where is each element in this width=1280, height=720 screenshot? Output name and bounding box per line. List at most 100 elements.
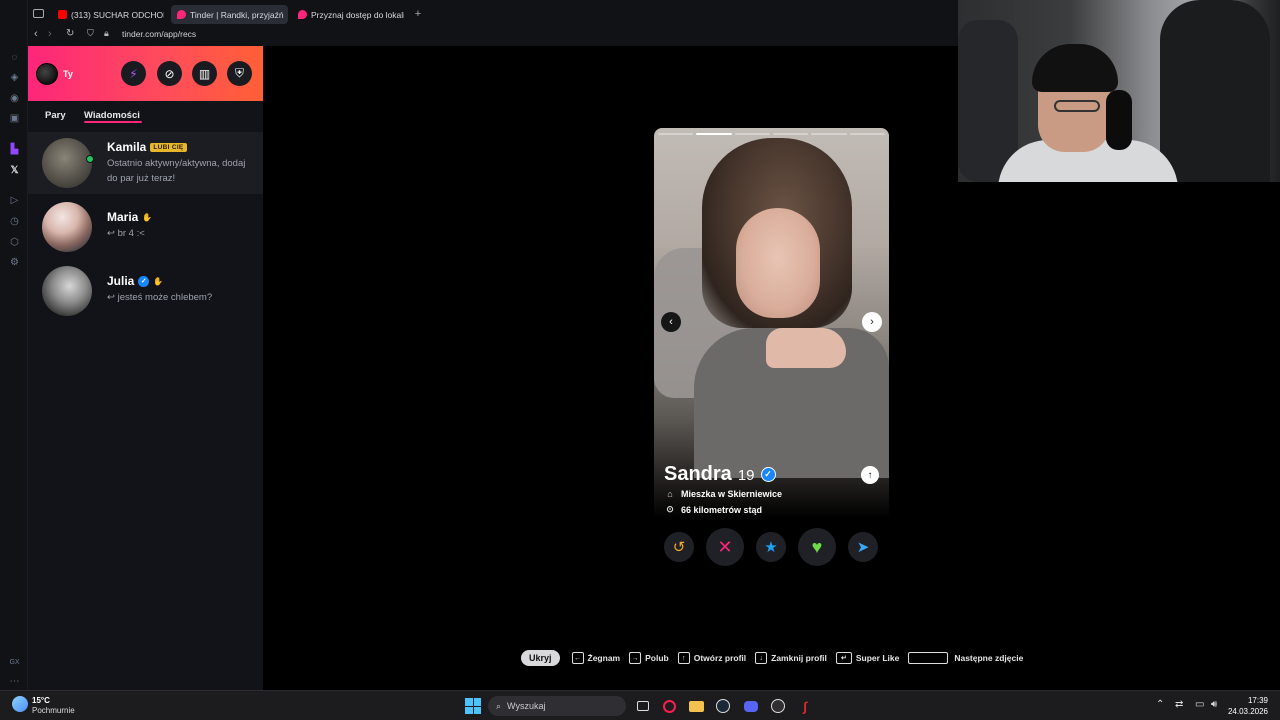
key-right: → [629,652,642,664]
photo-progress-segment[interactable] [772,133,809,135]
tinder-flame-icon [298,10,307,19]
previous-photo-icon[interactable]: ‹ [661,312,681,332]
photo-progress-segment[interactable] [734,133,770,135]
photo-hand [766,328,846,368]
user-name[interactable]: Ty [63,69,73,79]
webcam-overlay [958,0,1280,182]
photo-progress-segment[interactable] [696,133,732,135]
steam-icon[interactable] [714,697,732,715]
reload-icon[interactable]: ↻ [66,28,74,39]
shortcut-label: Super Like [855,653,900,663]
rewind-button[interactable]: ↺ [664,532,694,562]
url-text[interactable]: tinder.com/app/recs [122,29,196,39]
clock[interactable]: 17:39 24.03.2026 [1228,695,1268,717]
super-like-button[interactable]: ★ [756,532,786,562]
workspace-icon[interactable]: ◈ [8,71,21,84]
profile-photo[interactable] [654,128,889,518]
tinder-flame-icon [177,10,186,19]
display-icon[interactable]: ▭ [1195,699,1204,710]
discord-icon[interactable] [742,697,760,715]
opera-gx-icon[interactable] [660,697,678,715]
shield-icon[interactable]: ⛨ [227,61,252,86]
browser-sidebar: ◌ ◈ ◉ ▣ ▙ 𝕏 ▷ ◷ ⬡ ⚙ GX ⋯ [0,0,28,690]
history-icon[interactable]: ◷ [8,215,21,228]
weather-icon[interactable] [12,696,28,712]
new-tab-icon[interactable]: + [412,8,424,20]
photo-progress-segment[interactable] [658,133,694,135]
next-photo-icon[interactable]: › [862,312,882,332]
tab-messages[interactable]: Wiadomości [84,110,140,121]
shortcut-label: Następne zdjęcie [954,653,1024,663]
volume-icon[interactable]: 🔊︎ [1211,699,1217,710]
action-buttons: ↺ ✕ ★ ♥ ➤ [654,526,889,568]
webcam-person-glasses [1054,100,1100,112]
twitch-icon[interactable]: ▙ [8,143,21,156]
verified-icon: ✓ [138,275,150,287]
message-name: Julia ✓ ✋ [107,274,163,288]
weather-description[interactable]: Pochmurnie [32,706,75,715]
active-tab-indicator [84,121,142,123]
search-placeholder: Wyszukaj [507,701,546,711]
bolt-icon[interactable]: ⚡︎ [121,61,146,86]
briefcase-icon[interactable]: ▥ [192,61,217,86]
file-explorer-icon[interactable] [687,697,705,715]
profile-card[interactable]: ‹ › Sandra 19 ✓ ↑ ⌂ Mieszka w Skierniewi… [654,128,889,568]
message-item-maria[interactable]: Maria ✋ ↩ br 4 :< [28,196,263,258]
messenger-icon[interactable]: ◉ [8,92,21,105]
aria-icon[interactable]: ◌ [8,51,21,64]
home-icon: ⌂ [667,489,673,499]
message-name: Maria ✋ [107,210,152,224]
obs-icon[interactable] [769,697,787,715]
message-item-julia[interactable]: Julia ✓ ✋ ↩ jesteś może chlebem? [28,260,263,322]
show-hidden-icons[interactable]: ⌃ [1156,699,1164,710]
tab-youtube[interactable]: (313) SUCHAR ODCHODZI [52,5,164,24]
message-item-kamila[interactable]: Kamila LUBI CIĘ Ostatnio aktywny/aktywna… [28,132,263,194]
hide-shortcuts-button[interactable]: Ukryj [521,650,560,666]
extensions-icon[interactable]: ⬡ [8,236,21,249]
tab-tinder[interactable]: Tinder | Randki, przyjaźń [171,5,288,24]
location-text: Mieszka w Skierniewice [681,489,783,499]
tab-switch-icon[interactable] [33,9,44,18]
location-pin-icon: ⊙ [666,504,674,514]
avatar [42,138,92,188]
notes-icon[interactable]: ▣ [8,112,21,125]
open-profile-icon[interactable]: ↑ [861,466,879,484]
more-icon[interactable]: ⋯ [8,675,21,688]
task-view-icon[interactable] [634,697,652,715]
tab-matches[interactable]: Pary [45,110,66,121]
nope-button[interactable]: ✕ [706,528,744,566]
windows-start-icon[interactable] [465,698,481,714]
key-space [908,652,949,664]
weather-temperature[interactable]: 15°C [32,696,50,705]
screen: (313) SUCHAR ODCHODZI Tinder | Randki, p… [0,0,1280,720]
youtube-icon [58,10,67,19]
address-bar: ‹ › ↻ ⛉ 🔒︎ tinder.com/app/recs [28,24,958,46]
settings-icon[interactable]: ⚙ [8,256,21,269]
user-avatar[interactable] [36,63,58,85]
explore-icon[interactable]: ⊘ [157,61,182,86]
tab-location[interactable]: Przyznaj dostęp do lokalizacji [292,5,404,24]
shortcut-label: Polub [645,653,669,663]
profile-distance: ⊙ 66 kilometrów stąd [665,504,762,515]
message-name: Kamila LUBI CIĘ [107,140,187,154]
forward-icon[interactable]: › [48,28,52,40]
app-icon[interactable]: ∫ [796,697,814,715]
photo-progress-segment[interactable] [811,133,847,135]
shield-icon[interactable]: ⛉ [87,28,94,39]
taskbar-search[interactable]: ⌕ Wyszukaj [488,696,626,716]
player-icon[interactable]: ▷ [8,194,21,207]
network-icon[interactable]: ⇄ [1175,699,1183,710]
keyboard-shortcuts-bar: Ukryj ← Żegnam → Polub ↑ Otwórz profil ↓ Zam… [521,649,1032,667]
contact-name: Julia [107,274,135,288]
date: 24.03.2026 [1227,707,1268,716]
boost-button[interactable]: ➤ [848,532,878,562]
x-icon[interactable]: 𝕏 [8,164,21,177]
profile-age: 19 [737,467,755,484]
like-button[interactable]: ♥ [798,528,836,566]
message-preview: ↩ jesteś może chlebem? [107,292,213,303]
online-status-dot [86,155,94,163]
photo-progress-segment[interactable] [849,133,885,135]
back-icon[interactable]: ‹ [34,28,38,40]
gx-icon[interactable]: GX [8,656,21,669]
contact-name: Kamila [107,140,147,154]
